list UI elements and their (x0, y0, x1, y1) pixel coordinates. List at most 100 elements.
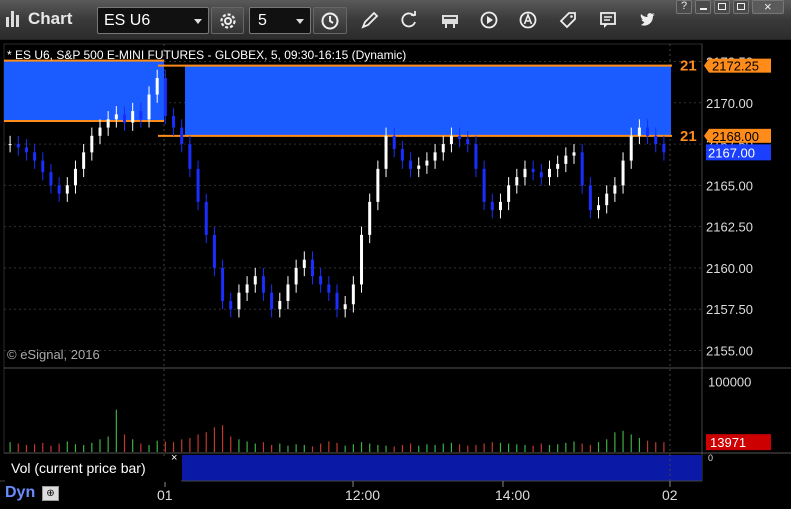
time-button[interactable] (313, 7, 347, 34)
price-bar (82, 144, 86, 178)
price-bar (368, 193, 372, 244)
price-bar-body (180, 127, 184, 145)
symbol-input[interactable]: ES U6 (97, 7, 209, 34)
price-bar (605, 185, 609, 214)
price-bar (196, 160, 200, 211)
price-bar-body (163, 78, 167, 117)
session-icon[interactable]: ⊕ (42, 486, 59, 501)
price-bar (425, 152, 429, 174)
restore-button[interactable] (733, 0, 749, 14)
price-bar (474, 135, 478, 178)
price-bar (294, 259, 298, 293)
level-price-text: 2168.00 (712, 129, 759, 144)
maximize-button[interactable] (714, 0, 730, 14)
close-icon[interactable]: × (171, 452, 177, 464)
price-bar-body (368, 201, 372, 235)
price-bar-body (351, 284, 355, 305)
price-bar-body (278, 300, 282, 310)
price-bar-body (515, 177, 519, 186)
price-tick-label: 2165.00 (706, 178, 753, 193)
price-bar (90, 127, 94, 161)
price-bar-body (188, 144, 192, 169)
settings-button[interactable] (211, 7, 244, 34)
price-bar (580, 144, 584, 194)
price-bar-body (613, 185, 617, 194)
volume-panel-label[interactable]: Vol (current price bar) (5, 456, 181, 482)
price-bar (180, 119, 184, 153)
price-bar-body (580, 152, 584, 186)
price-bar (572, 144, 576, 164)
play-icon[interactable] (479, 10, 499, 30)
price-bar (482, 160, 486, 211)
price-tick-label: 2170.00 (706, 96, 753, 111)
tag-icon[interactable] (558, 10, 578, 30)
price-bar (531, 160, 535, 181)
price-bar (621, 152, 625, 194)
dynamic-label[interactable]: Dyn (5, 484, 35, 502)
price-bar-body (253, 276, 257, 285)
price-bar-body (8, 144, 12, 146)
minimize-button[interactable] (695, 0, 711, 14)
price-bar-body (482, 168, 486, 202)
get-icon[interactable] (440, 10, 460, 30)
help-button[interactable]: ? (676, 0, 692, 14)
price-bar-body (449, 135, 453, 145)
price-bar (16, 135, 20, 156)
twitter-icon[interactable] (638, 10, 658, 30)
price-bar-body (270, 292, 274, 310)
price-bar-body (155, 78, 159, 95)
level-price-text: 2172.25 (712, 59, 759, 74)
price-bar (498, 193, 502, 219)
price-bar-body (531, 168, 535, 173)
interval-input[interactable]: 5 (249, 7, 311, 34)
price-bar (507, 177, 511, 211)
symbol-value: ES U6 (104, 12, 151, 29)
comment-icon[interactable] (598, 10, 618, 30)
price-bar-body (123, 114, 127, 123)
price-bar-body (384, 135, 388, 169)
refresh-icon[interactable] (399, 10, 419, 30)
price-bar (286, 276, 290, 310)
level-label: 21 (680, 58, 697, 75)
price-bar (564, 147, 568, 173)
price-bar-body (261, 276, 265, 293)
close-button[interactable]: × (752, 0, 784, 14)
price-bar-body (319, 276, 323, 285)
price-bar (163, 69, 167, 125)
price-bar-body (82, 152, 86, 169)
price-bar-body (572, 152, 576, 156)
price-bar (417, 157, 421, 178)
price-bar-body (16, 144, 20, 148)
chevron-down-icon[interactable] (296, 19, 304, 24)
price-bar (376, 160, 380, 211)
price-bar-body (57, 185, 61, 194)
pencil-icon[interactable] (360, 10, 380, 30)
price-bar-body (458, 135, 462, 140)
chevron-down-icon[interactable] (194, 19, 202, 24)
price-bar (73, 160, 77, 194)
price-bar (261, 267, 265, 301)
price-bar-body (196, 168, 200, 202)
a-circle-icon[interactable] (518, 10, 538, 30)
price-bar-body (131, 111, 135, 123)
chart-area[interactable]: 2172.502170.002167.502165.002162.502160.… (0, 41, 791, 509)
price-bar (57, 177, 61, 202)
price-bar (515, 168, 519, 194)
price-bar (327, 276, 331, 301)
price-bar-body (172, 116, 176, 128)
price-bar-body (90, 135, 94, 153)
price-bar-body (425, 160, 429, 166)
time-tick-label: 14:00 (495, 487, 530, 503)
price-bar (613, 177, 617, 202)
price-bar (221, 259, 225, 310)
time-tick-label: 01 (157, 487, 173, 503)
price-bar-body (547, 168, 551, 178)
price-chart-svg[interactable]: 2172.502170.002167.502165.002162.502160.… (0, 41, 791, 509)
price-bar (523, 160, 527, 186)
price-bar-body (49, 172, 53, 186)
price-bar-body (654, 135, 658, 145)
price-bar (319, 267, 323, 293)
price-bar-body (498, 201, 502, 211)
price-bar (24, 139, 28, 161)
price-bar-body (539, 172, 543, 178)
